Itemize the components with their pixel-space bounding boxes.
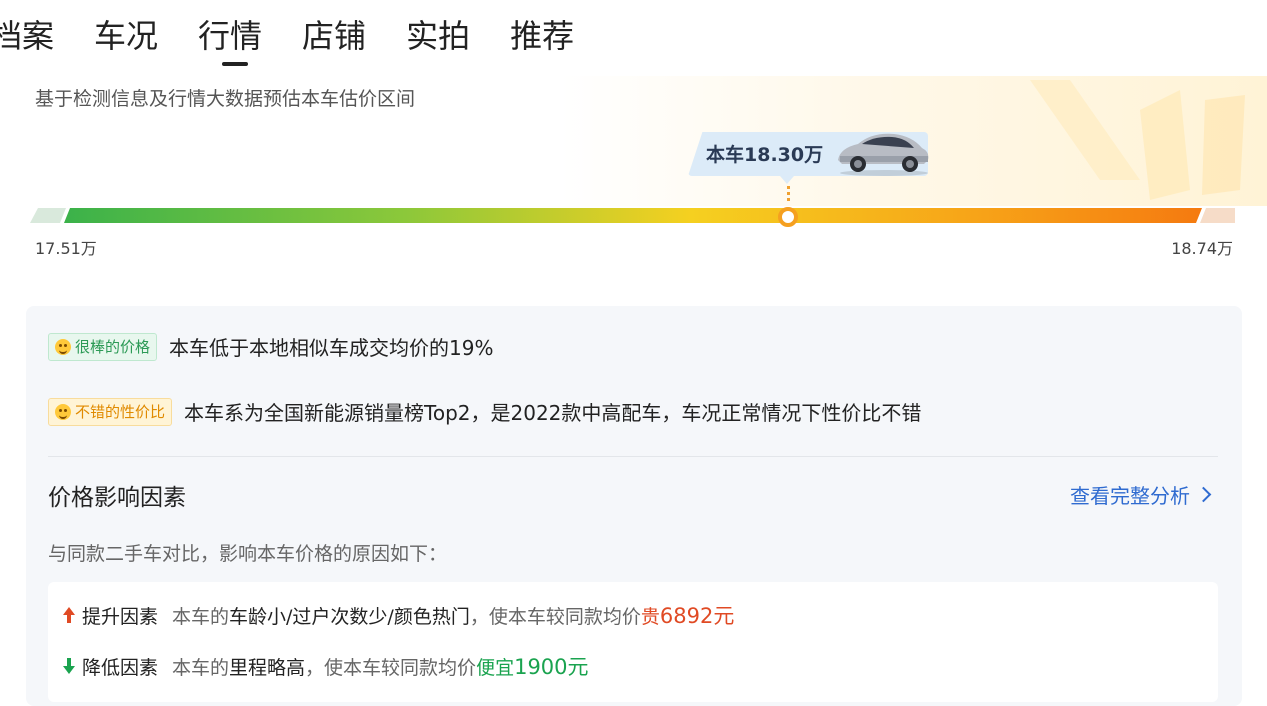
good-value-badge-label: 不错的性价比 — [75, 403, 166, 421]
arrow-up-icon — [62, 606, 76, 624]
great-price-text: 本车低于本地相似车成交均价的19% — [169, 336, 494, 360]
card-divider — [48, 456, 1218, 457]
tab-photos[interactable]: 实拍 — [406, 14, 470, 58]
tab-recommend[interactable]: 推荐 — [510, 14, 574, 58]
tab-market[interactable]: 行情 — [198, 14, 262, 66]
car-image — [832, 126, 932, 178]
great-price-badge: 很棒的价格 — [48, 332, 158, 361]
factor-down-prefix: 本车的 — [172, 656, 230, 679]
estimate-description: 基于检测信息及行情大数据预估本车估价区间 — [35, 88, 416, 110]
factor-down-middle: ，使本车较同款均价 — [305, 656, 477, 679]
factor-down-result-amount: 1900元 — [514, 655, 589, 679]
tab-archive[interactable]: 档案 — [0, 14, 54, 58]
factor-up-prefix: 本车的 — [172, 605, 230, 628]
range-min-label: 17.51万 — [35, 239, 97, 258]
tab-bar: 档案 车况 行情 店铺 实拍 推荐 — [0, 14, 614, 66]
smile-emoji-icon — [55, 403, 71, 420]
current-price-label: 本车18.30万 — [706, 144, 824, 166]
grin-emoji-icon — [55, 338, 71, 355]
tab-condition[interactable]: 车况 — [94, 14, 158, 58]
price-factors-description: 与同款二手车对比，影响本车价格的原因如下： — [48, 543, 448, 565]
good-value-text: 本车系为全国新能源销量榜Top2，是2022款中高配车，车况正常情况下性价比不错 — [184, 401, 922, 425]
view-full-analysis-link[interactable]: 查看完整分析 — [1070, 480, 1212, 509]
factor-row-down: 降低因素 本车的 里程略高 ，使本车较同款均价 便宜 1900元 — [62, 651, 589, 681]
factor-down-emphasis: 里程略高 — [229, 656, 306, 679]
factor-up-result-word: 贵 — [640, 605, 660, 628]
factor-up-middle: ，使本车较同款均价 — [469, 605, 641, 628]
chevron-right-icon — [1195, 486, 1212, 503]
marker-connector — [787, 186, 790, 204]
factor-down-result-word: 便宜 — [476, 656, 515, 679]
factor-up-label: 提升因素 — [82, 605, 159, 628]
range-max-label: 18.74万 — [1171, 239, 1233, 258]
price-range-bar — [30, 208, 1235, 223]
arrow-down-icon — [62, 657, 76, 675]
factor-up-emphasis: 车龄小/过户次数少/颜色热门 — [229, 605, 470, 628]
banner-decoration-graphic — [990, 70, 1267, 210]
factor-down-label: 降低因素 — [82, 656, 159, 679]
factor-up-result-amount: 6892元 — [659, 604, 735, 628]
price-tag-pointer — [780, 176, 794, 184]
factor-row-up: 提升因素 本车的 车龄小/过户次数少/颜色热门 ，使本车较同款均价 贵 6892… — [62, 600, 734, 630]
view-full-analysis-label: 查看完整分析 — [1070, 484, 1190, 508]
tab-store[interactable]: 店铺 — [302, 14, 366, 58]
good-value-row: 不错的性价比 本车系为全国新能源销量榜Top2，是2022款中高配车，车况正常情… — [48, 397, 921, 426]
great-price-badge-label: 很棒的价格 — [75, 338, 151, 356]
current-price-marker — [778, 207, 798, 227]
price-factors-title: 价格影响因素 — [48, 485, 186, 511]
good-value-badge: 不错的性价比 — [48, 397, 173, 426]
great-price-row: 很棒的价格 本车低于本地相似车成交均价的19% — [48, 332, 493, 361]
